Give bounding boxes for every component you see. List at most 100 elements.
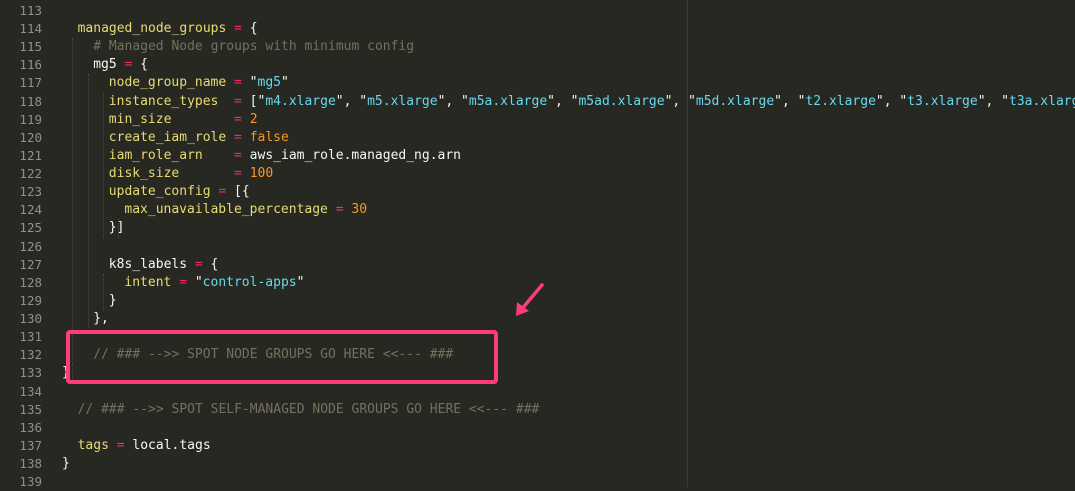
- line-number: 135: [19, 401, 42, 417]
- code-line[interactable]: 125}]: [0, 219, 1075, 237]
- code-token: false: [249, 129, 289, 145]
- code-token: {: [202, 256, 219, 272]
- code-token: {: [241, 21, 258, 37]
- code-token: }: [62, 456, 70, 471]
- line-number: 130: [19, 311, 42, 327]
- code-line[interactable]: 124 max_unavailable_percentage = 30: [0, 201, 1075, 219]
- code-token: m5a.xlarge: [468, 93, 548, 109]
- code-line[interactable]: 121 iam_role_arn = aws_iam_role.managed_n…: [0, 147, 1075, 165]
- code-line[interactable]: 118 instance_types = ["m4.xlarge", "m5.xl…: [0, 93, 1075, 111]
- code-editor[interactable]: 113 114 managed_node_groups = {115 # Manage…: [0, 0, 1075, 489]
- line-number: 119: [19, 111, 42, 127]
- code-token: local.tags: [124, 437, 211, 453]
- code-token: control-apps: [202, 274, 297, 290]
- code-line[interactable]: 123 update_config = [{: [0, 183, 1075, 201]
- code-line[interactable]: 120 create_iam_role = false: [0, 129, 1075, 147]
- line-number: 131: [19, 329, 42, 345]
- code-token: ", ": [664, 93, 696, 109]
- code-line[interactable]: 127 k8s_labels = {: [0, 256, 1075, 274]
- code-line[interactable]: 115 # Managed Node groups with minimum co…: [0, 38, 1075, 56]
- code-token: m4.xlarge: [265, 93, 336, 109]
- code-text: min_size = 2: [109, 111, 258, 129]
- code-text: intent = "control-apps": [124, 274, 304, 292]
- code-text: managed_node_groups = {: [78, 20, 258, 38]
- code-line[interactable]: 137 tags = local.tags: [0, 437, 1075, 455]
- code-text: disk_size = 100: [109, 165, 273, 183]
- code-text: instance_types = ["m4.xlarge", "m5.xlarg…: [109, 93, 1075, 111]
- code-token: {: [132, 57, 148, 73]
- code-token: =: [116, 437, 125, 453]
- code-text: k8s_labels = {: [109, 256, 219, 274]
- line-number: 117: [19, 75, 42, 91]
- code-text: update_config = [{: [109, 183, 250, 201]
- code-text: },: [93, 310, 109, 328]
- code-token: ": [241, 75, 258, 91]
- code-token: iam_role_arn: [108, 147, 203, 163]
- line-number: 122: [19, 166, 42, 182]
- line-number: 137: [19, 437, 42, 453]
- code-token: m5ad.xlarge: [578, 93, 665, 109]
- code-token: =: [234, 166, 242, 182]
- indent-guide-line: [103, 92, 104, 238]
- code-token: ", ": [335, 93, 368, 109]
- highlight-annotation-box: [66, 330, 498, 384]
- code-token: # Managed Node groups with minimum confi…: [93, 39, 415, 55]
- code-token: update_config: [108, 184, 211, 200]
- arrow-down-left-icon: [516, 283, 544, 316]
- code-line[interactable]: 138}: [0, 455, 1075, 473]
- line-number: 128: [19, 274, 42, 290]
- code-token: 2: [249, 111, 258, 127]
- code-token: disk_size: [108, 166, 180, 182]
- code-line[interactable]: 134: [0, 383, 1075, 401]
- code-text: // ### -->> SPOT SELF-MANAGED NODE GROUP…: [78, 401, 540, 419]
- code-line[interactable]: 122 disk_size = 100: [0, 165, 1075, 183]
- code-token: ", ": [437, 93, 469, 109]
- code-token: },: [93, 311, 109, 327]
- code-token: ": [296, 274, 305, 290]
- code-token: ": [281, 75, 289, 91]
- line-number: 121: [19, 147, 42, 163]
- code-token: ": [187, 274, 203, 290]
- indent-guide-line: [118, 219, 119, 238]
- code-line[interactable]: 117 node_group_name = "mg5": [0, 74, 1075, 92]
- code-line[interactable]: 126: [0, 238, 1075, 256]
- code-token: =: [335, 202, 344, 218]
- indent-guide-line: [72, 38, 73, 365]
- code-line[interactable]: 113: [0, 2, 1075, 20]
- code-token: }]: [108, 220, 125, 236]
- code-line[interactable]: 119 min_size = 2: [0, 111, 1075, 129]
- code-token: ", ": [547, 93, 579, 109]
- line-number: 113: [19, 3, 42, 18]
- line-number: 115: [19, 39, 42, 55]
- code-token: =: [234, 111, 242, 127]
- code-text: }: [62, 455, 70, 473]
- code-text: create_iam_role = false: [109, 129, 289, 147]
- code-line[interactable]: 136: [0, 419, 1075, 437]
- code-line[interactable]: 114 managed_node_groups = {: [0, 20, 1075, 38]
- code-token: intent: [124, 274, 172, 290]
- code-token: =: [234, 75, 242, 91]
- code-token: k8s_labels: [108, 256, 188, 272]
- code-line[interactable]: 139: [0, 473, 1075, 491]
- code-token: max_unavailable_percentage: [124, 202, 328, 218]
- line-number: 132: [19, 347, 42, 363]
- code-line[interactable]: 135 // ### -->> SPOT SELF-MANAGED NODE GR…: [0, 401, 1075, 419]
- code-token: [{: [226, 184, 250, 200]
- code-text: mg5 = {: [93, 56, 148, 74]
- line-number: 139: [19, 474, 42, 490]
- code-token: t3.xlarge: [907, 93, 978, 109]
- code-token: t3a.xlarge: [1009, 93, 1075, 109]
- code-token: mg5: [93, 57, 117, 73]
- code-token: mg5: [257, 75, 281, 91]
- code-line[interactable]: 116 mg5 = {: [0, 56, 1075, 74]
